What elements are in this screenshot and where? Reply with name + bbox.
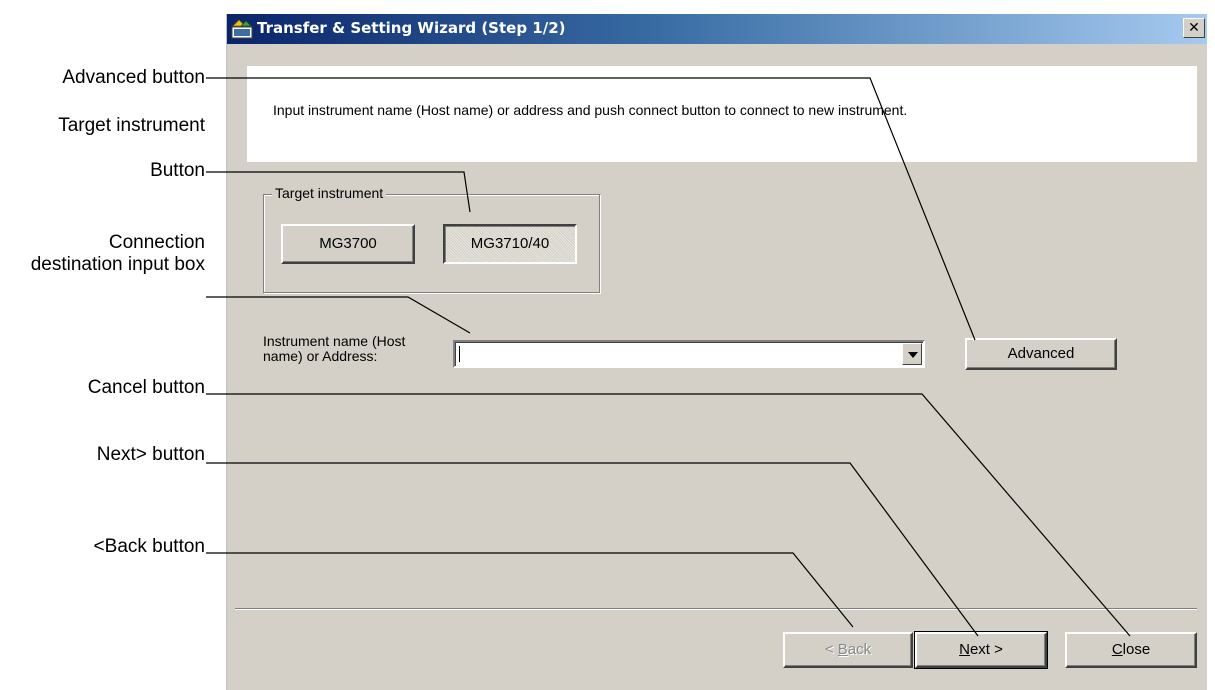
back-prefix: <: [824, 641, 838, 658]
next-rest: ext >: [969, 641, 1003, 658]
close-icon: ✕: [1188, 20, 1200, 36]
window-title: Transfer & Setting Wizard (Step 1/2): [257, 19, 566, 37]
advanced-button[interactable]: Advanced: [965, 338, 1117, 370]
next-mnemonic: N: [959, 641, 970, 658]
close-mnemonic: C: [1111, 641, 1123, 658]
combo-dropdown-button[interactable]: [902, 343, 922, 365]
window-close-button[interactable]: ✕: [1183, 18, 1205, 38]
next-button[interactable]: Next >: [914, 631, 1048, 669]
instruction-text: Input instrument name (Host name) or add…: [273, 102, 908, 118]
target-instrument-legend: Target instrument: [272, 185, 387, 201]
chevron-down-icon: [908, 352, 918, 358]
callout-target-instrument: Target instrument: [58, 115, 205, 136]
mg3700-button[interactable]: MG3700: [281, 224, 415, 264]
mg3710-40-button[interactable]: MG3710/40: [443, 224, 577, 264]
footer-separator: [235, 608, 1197, 610]
close-rest: lose: [1122, 641, 1151, 658]
connection-destination-input[interactable]: [453, 340, 925, 368]
close-button[interactable]: Close: [1065, 632, 1197, 668]
wizard-dialog: Transfer & Setting Wizard (Step 1/2) ✕ I…: [226, 14, 1207, 690]
callout-advanced-button: Advanced button: [62, 67, 205, 88]
callout-next-button: Next> button: [96, 444, 205, 465]
callout-back-button: <Back button: [93, 536, 205, 557]
callout-button: Button: [150, 160, 205, 181]
title-bar[interactable]: Transfer & Setting Wizard (Step 1/2) ✕: [227, 14, 1207, 44]
app-icon: [231, 19, 253, 39]
back-button[interactable]: < Back: [783, 632, 913, 668]
instruction-panel: Input instrument name (Host name) or add…: [247, 66, 1197, 162]
back-rest: ack: [847, 641, 872, 658]
connection-destination-label: Instrument name (Host name) or Address:: [263, 333, 406, 364]
callout-connection-destination: Connection destination input box: [30, 232, 205, 275]
callout-cancel-button: Cancel button: [87, 377, 205, 398]
back-mnemonic: B: [837, 641, 848, 658]
text-caret: [459, 346, 460, 362]
